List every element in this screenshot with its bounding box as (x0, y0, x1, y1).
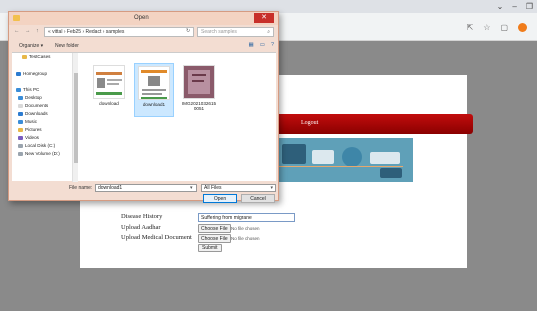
videos-icon (18, 135, 23, 140)
star-icon[interactable]: ☆ (483, 23, 490, 32)
pictures-icon (18, 127, 23, 132)
nav-arrows[interactable]: ← → ↑ (14, 28, 41, 34)
medical-choose-file-button[interactable]: Choose File (198, 234, 231, 243)
scrollbar-thumb[interactable] (74, 73, 78, 163)
browser-toolbar-icons: ⇱ ☆ ▢ (467, 23, 527, 32)
nav-item-new-volume[interactable]: New Volume (D:) (18, 151, 60, 156)
nav-item-homegroup[interactable]: Homegroup (16, 71, 47, 76)
nav-item-desktop[interactable]: Desktop (18, 95, 42, 100)
aadhar-no-file-text: No file chosen (231, 226, 260, 231)
disease-history-label: Disease History (121, 213, 163, 220)
cancel-button[interactable]: Cancel (241, 194, 275, 203)
file-name: IMG20210326150051 (181, 101, 217, 111)
preview-pane-icon[interactable]: ▭ (260, 42, 265, 48)
downloads-icon (18, 111, 23, 116)
aadhar-choose-file-button[interactable]: Choose File (198, 224, 231, 233)
file-name: download1 (142, 102, 166, 107)
restore-icon[interactable]: ❐ (526, 2, 533, 11)
open-file-dialog: Open ✕ ← → ↑ « vittal › Feb25 › Redact ›… (8, 11, 279, 203)
tab-icon[interactable]: ▢ (500, 23, 508, 32)
view-menu-icon[interactable]: ▦ (249, 42, 254, 48)
browse-pane: TestCases Homegroup This PC Desktop Docu… (12, 52, 276, 182)
file-item[interactable]: IMG20210326150051 (179, 65, 219, 111)
folder-icon (22, 54, 27, 59)
image-thumbnail (138, 66, 170, 100)
documents-icon (18, 103, 23, 108)
computer-icon (16, 87, 21, 92)
medical-no-file-text: No file chosen (231, 236, 260, 241)
window-controls: ⌄ – ❐ (497, 2, 533, 11)
image-thumbnail (93, 65, 125, 99)
dialog-title: Open (134, 15, 149, 21)
organize-button[interactable]: Organize ▾ (19, 43, 43, 49)
nav-item-pictures[interactable]: Pictures (18, 127, 42, 132)
dialog-title-bar[interactable]: Open ✕ (9, 12, 278, 25)
submit-button[interactable]: Submit (198, 244, 222, 252)
disease-history-input[interactable]: Suffering from migrane (198, 213, 295, 222)
image-thumbnail (183, 65, 215, 99)
chevron-down-icon: ▾ (270, 185, 273, 191)
refresh-icon[interactable]: ↻ (186, 28, 190, 34)
address-bar[interactable]: « vittal › Feb25 › Redact › samples (44, 27, 194, 37)
search-placeholder: Search samples (201, 29, 237, 35)
minimize-icon[interactable]: – (512, 2, 516, 11)
file-item-selected[interactable]: download1 (134, 63, 174, 117)
file-type-select[interactable]: All Files ▾ (201, 184, 276, 192)
nav-item-videos[interactable]: Videos (18, 135, 39, 140)
chevron-down-icon[interactable]: ▾ (190, 185, 193, 191)
nav-item-downloads[interactable]: Downloads (18, 111, 48, 116)
search-icon: ⌕ (267, 29, 270, 35)
file-item[interactable]: download (89, 65, 129, 106)
nav-item-documents[interactable]: Documents (18, 103, 48, 108)
music-icon (18, 119, 23, 124)
disk-icon (18, 151, 23, 156)
file-name: download (99, 101, 119, 106)
nav-item-music[interactable]: Music (18, 119, 37, 124)
navigation-scrollbar[interactable] (72, 53, 78, 182)
disk-icon (18, 143, 23, 148)
close-icon: ✕ (261, 14, 267, 21)
command-bar: Organize ▾ New folder ▦ ▭ ? (14, 41, 274, 50)
open-button[interactable]: Open (203, 194, 237, 203)
upload-aadhar-label: Upload Aadhar (121, 224, 161, 231)
view-options: ▦ ▭ ? (249, 42, 274, 48)
tab-search-icon[interactable]: ⌄ (497, 2, 504, 11)
homegroup-icon (16, 71, 21, 76)
nav-item-this-pc[interactable]: This PC (16, 87, 39, 92)
folder-icon (13, 15, 20, 21)
navigation-pane: TestCases Homegroup This PC Desktop Docu… (12, 53, 72, 182)
file-name-label: File name: (69, 185, 93, 191)
close-button[interactable]: ✕ (254, 13, 274, 23)
upload-medical-label: Upload Medical Document (121, 234, 192, 241)
address-row: ← → ↑ « vittal › Feb25 › Redact › sample… (14, 27, 274, 37)
new-folder-button[interactable]: New folder (55, 43, 79, 49)
logout-link[interactable]: Logout (301, 120, 318, 126)
nav-item-testcases[interactable]: TestCases (22, 54, 50, 59)
profile-icon[interactable] (518, 23, 527, 32)
desktop-icon (18, 95, 23, 100)
search-input[interactable]: Search samples ⌕ (197, 27, 274, 37)
file-type-value: All Files (204, 185, 222, 191)
help-icon[interactable]: ? (271, 42, 274, 48)
share-icon[interactable]: ⇱ (467, 23, 474, 32)
nav-item-local-disk[interactable]: Local Disk (C:) (18, 143, 55, 148)
file-name-input[interactable]: download1 (95, 184, 197, 192)
